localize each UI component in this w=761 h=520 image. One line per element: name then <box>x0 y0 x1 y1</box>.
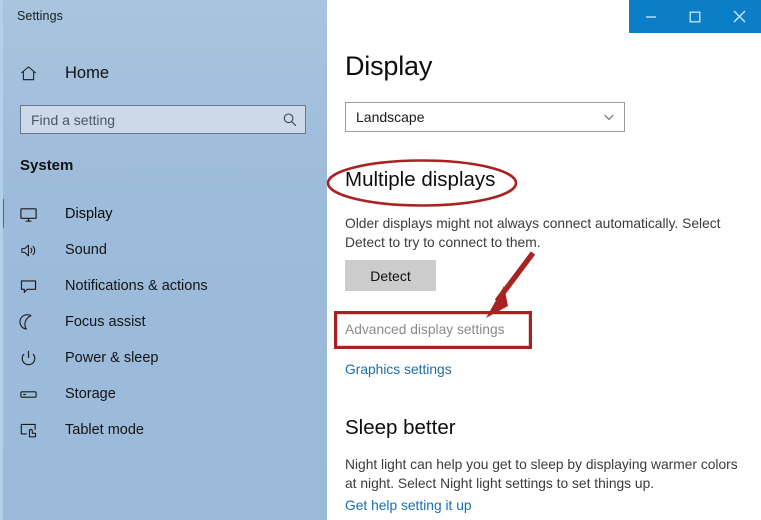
sidebar-item-power-sleep[interactable]: Power & sleep <box>3 340 327 376</box>
search-icon <box>275 112 305 128</box>
sidebar-item-sound[interactable]: Sound <box>3 232 327 268</box>
multiple-displays-heading: Multiple displays <box>345 168 496 191</box>
monitor-icon <box>19 205 45 224</box>
detect-button[interactable]: Detect <box>345 260 436 291</box>
sidebar-item-tablet-mode[interactable]: Tablet mode <box>3 412 327 448</box>
home-icon <box>19 62 45 84</box>
maximize-button[interactable] <box>673 0 717 33</box>
sidebar-item-notifications[interactable]: Notifications & actions <box>3 268 327 304</box>
sidebar-item-display-label: Display <box>65 206 113 222</box>
minimize-button[interactable] <box>629 0 673 33</box>
graphics-settings-link[interactable]: Graphics settings <box>345 362 452 377</box>
app-title: Settings <box>17 9 63 23</box>
sidebar: Settings Home System <box>0 0 327 520</box>
window-titlebar-controls <box>629 0 761 33</box>
settings-window: Settings Home System <box>0 0 761 520</box>
advanced-display-settings-link[interactable]: Advanced display settings <box>345 322 505 337</box>
chevron-down-icon <box>594 110 624 124</box>
sidebar-item-power-sleep-label: Power & sleep <box>65 350 159 366</box>
sidebar-item-display[interactable]: Display <box>0 196 327 232</box>
maximize-icon <box>689 11 701 23</box>
sidebar-item-focus-assist-label: Focus assist <box>65 314 146 330</box>
sidebar-item-tablet-mode-label: Tablet mode <box>65 422 144 438</box>
notification-icon <box>19 277 45 296</box>
sidebar-item-notifications-label: Notifications & actions <box>65 278 208 294</box>
power-icon <box>19 349 45 368</box>
sidebar-item-home[interactable]: Home <box>3 57 327 89</box>
window-left-border <box>0 0 3 520</box>
drive-icon <box>19 385 45 404</box>
orientation-dropdown-value: Landscape <box>356 109 425 125</box>
get-help-setting-up-link[interactable]: Get help setting it up <box>345 498 472 513</box>
sidebar-nav-list: Display Sound Notifications & actions Fo… <box>0 196 327 448</box>
main-content: Display Landscape Multiple displays Olde… <box>327 0 761 520</box>
search-input[interactable] <box>21 111 275 128</box>
sleep-better-heading: Sleep better <box>345 416 456 439</box>
orientation-dropdown[interactable]: Landscape <box>345 102 625 132</box>
tablet-icon <box>19 421 45 440</box>
sidebar-item-sound-label: Sound <box>65 242 107 258</box>
search-box[interactable] <box>20 105 306 134</box>
multiple-displays-description: Older displays might not always connect … <box>345 216 721 250</box>
minimize-icon <box>645 11 657 23</box>
sidebar-group-label: System <box>20 157 74 174</box>
close-icon <box>733 10 746 23</box>
close-button[interactable] <box>717 0 761 33</box>
sidebar-item-home-label: Home <box>65 63 110 82</box>
sidebar-item-focus-assist[interactable]: Focus assist <box>3 304 327 340</box>
speaker-icon <box>19 241 45 260</box>
sleep-better-description: Night light can help you get to sleep by… <box>345 457 738 491</box>
sidebar-item-storage-label: Storage <box>65 386 116 402</box>
moon-icon <box>19 313 45 332</box>
page-title: Display <box>345 51 433 81</box>
sidebar-item-storage[interactable]: Storage <box>3 376 327 412</box>
